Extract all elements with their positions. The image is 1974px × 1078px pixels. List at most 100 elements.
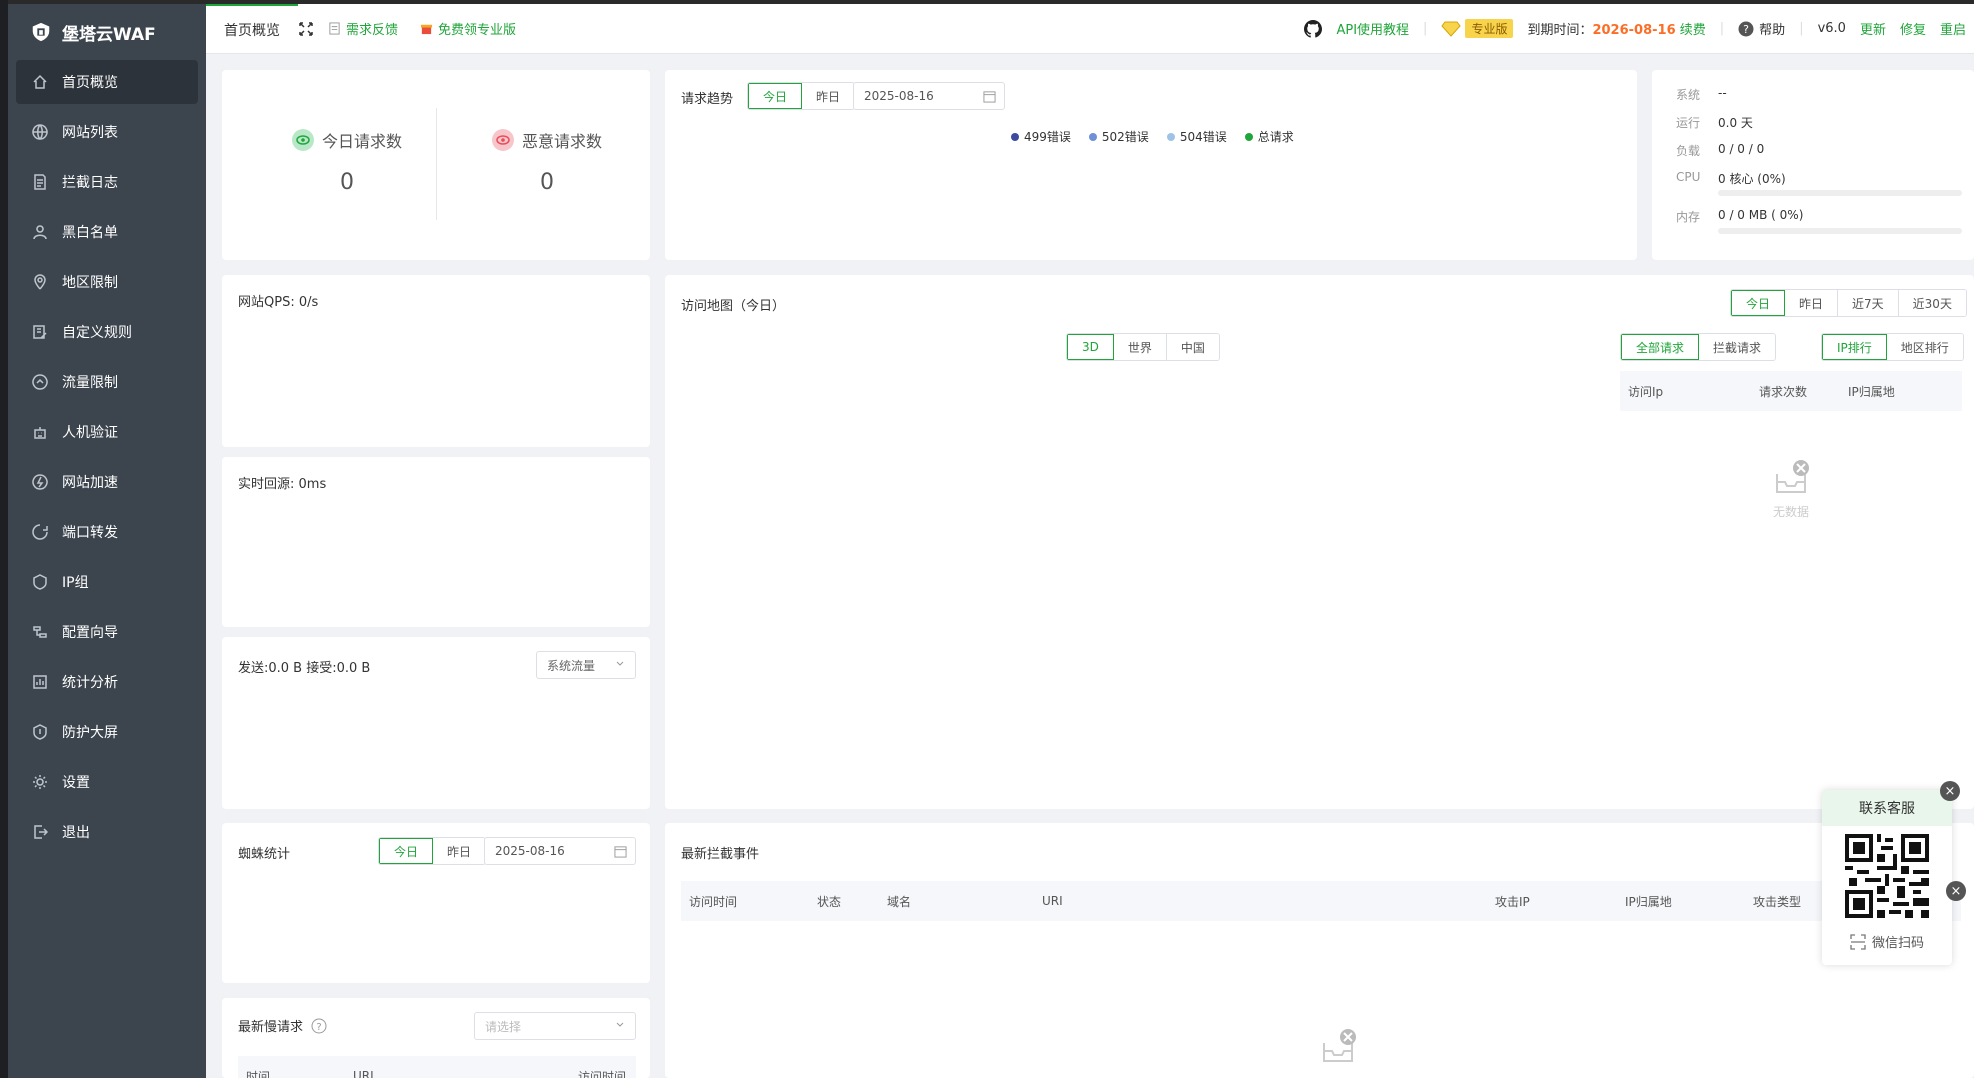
help-link[interactable]: ? 帮助 — [1738, 19, 1785, 38]
logout-icon — [34, 825, 48, 839]
background-window-strip — [0, 0, 8, 1078]
request-trend-card: 请求趋势 今日 昨日 2025-08-16 499错误 502错误 504错误 总请求 — [665, 70, 1637, 260]
malicious-requests-label: 恶意请求数 — [521, 132, 602, 151]
calendar-icon — [614, 845, 627, 858]
sidebar-item[interactable]: 拦截日志 — [16, 160, 198, 204]
traffic-type-select[interactable]: 系统流量 — [536, 651, 636, 679]
close-icon[interactable]: × — [1940, 781, 1960, 801]
legend-label: 总请求 — [1257, 130, 1294, 144]
legend-item[interactable]: 502错误 — [1088, 128, 1149, 145]
trend-title: 请求趋势 — [681, 92, 734, 107]
sidebar-item[interactable]: 首页概览 — [16, 60, 198, 104]
tab-region-rank[interactable]: 地区排行 — [1886, 334, 1963, 360]
repair-link[interactable]: 修复 — [1900, 19, 1926, 38]
help-label: 帮助 — [1759, 23, 1786, 38]
sidebar-item-label: 退出 — [62, 825, 90, 841]
trend-date-picker[interactable]: 2025-08-16 — [853, 82, 1005, 110]
divider: | — [1423, 21, 1428, 36]
sidebar-item[interactable]: 配置向导 — [16, 610, 198, 654]
sidebar-item-label: 自定义规则 — [62, 325, 132, 341]
realtime-origin-label: 实时回源: 0ms — [238, 477, 327, 492]
api-doc-link[interactable]: API使用教程 — [1336, 19, 1409, 38]
eye-icon — [291, 129, 314, 151]
feedback-link[interactable]: 需求反馈 — [328, 19, 398, 38]
tab-all-requests[interactable]: 全部请求 — [1621, 334, 1700, 360]
tab-today[interactable]: 今日 — [748, 83, 803, 109]
legend-dot — [1011, 132, 1019, 141]
col-ip: 访问Ip — [1628, 384, 1664, 399]
col-access-time: 访问时间 — [578, 1069, 627, 1078]
sidebar-item-label: 地区限制 — [62, 275, 118, 291]
stats-icon — [33, 675, 47, 689]
sidebar-item-label: 首页概览 — [62, 75, 118, 91]
empty-state: 无数据 — [1751, 458, 1831, 520]
sidebar-item[interactable]: 人机验证 — [16, 410, 198, 454]
tab-7days[interactable]: 近7天 — [1838, 290, 1899, 316]
tab-home[interactable]: 首页概览 — [206, 3, 298, 54]
tab-world[interactable]: 世界 — [1113, 334, 1167, 360]
spider-date-tabs: 今日 昨日 — [378, 837, 487, 865]
sidebar-item-label: 配置向导 — [62, 625, 118, 641]
sidebar-nav: 首页概览网站列表拦截日志黑白名单地区限制自定义规则流量限制人机验证网站加速端口转… — [8, 60, 206, 854]
cpu-progress-bar — [1718, 190, 1962, 196]
load-label: 负载 — [1676, 144, 1701, 158]
sidebar-item[interactable]: 网站列表 — [16, 110, 198, 154]
sidebar-item[interactable]: 流量限制 — [16, 360, 198, 404]
tab-today[interactable]: 今日 — [1731, 290, 1786, 316]
memory-progress-bar — [1718, 228, 1962, 234]
free-pro-link[interactable]: 免费领专业版 — [420, 19, 516, 38]
renew-link[interactable]: 续费 — [1680, 23, 1706, 38]
tab-3d[interactable]: 3D — [1067, 334, 1114, 360]
sidebar-item[interactable]: 统计分析 — [16, 660, 198, 704]
legend-item[interactable]: 499错误 — [1011, 128, 1071, 145]
tab-blocked-requests[interactable]: 拦截请求 — [1699, 334, 1776, 360]
customer-service-popup: 联系客服 微信扫码 — [1822, 790, 1952, 965]
tab-yesterday[interactable]: 昨日 — [1785, 290, 1839, 316]
expire-label: 到期时间： — [1527, 23, 1593, 38]
restart-link[interactable]: 重启 — [1940, 19, 1966, 38]
sidebar-item[interactable]: 黑白名单 — [16, 210, 198, 254]
sidebar-item[interactable]: 设置 — [16, 760, 198, 804]
uptime-label: 运行 — [1676, 116, 1701, 130]
slow-requests-select[interactable]: 请选择 — [474, 1012, 636, 1040]
close-icon[interactable]: × — [1946, 881, 1966, 901]
col-uri: URI — [353, 1069, 374, 1078]
legend-item[interactable]: 总请求 — [1244, 128, 1294, 145]
today-requests-label: 今日请求数 — [321, 132, 402, 151]
gear-icon — [33, 775, 47, 789]
sidebar-item[interactable]: 退出 — [16, 810, 198, 854]
today-requests-value: 0 — [340, 170, 354, 195]
tab-yesterday[interactable]: 昨日 — [802, 83, 855, 109]
question-icon[interactable]: ? — [311, 1018, 327, 1034]
sidebar-item-label: 防护大屏 — [62, 725, 118, 741]
sidebar-item[interactable]: 地区限制 — [16, 260, 198, 304]
slow-requests-card: 最新慢请求 ? 请选择 时间 URI 访问时间 — [222, 998, 650, 1078]
update-link[interactable]: 更新 — [1860, 19, 1886, 38]
sidebar-item[interactable]: 自定义规则 — [16, 310, 198, 354]
github-icon[interactable] — [1304, 19, 1323, 38]
edition-badge[interactable]: 专业版 — [1441, 19, 1514, 38]
tab-china[interactable]: 中国 — [1166, 334, 1219, 360]
cpu-label: CPU — [1676, 170, 1701, 184]
fullscreen-icon[interactable] — [298, 21, 314, 37]
sidebar-item[interactable]: 防护大屏 — [16, 710, 198, 754]
help-icon: ? — [1738, 21, 1754, 36]
brand-logo[interactable]: 堡塔云WAF — [8, 4, 206, 60]
sidebar-item[interactable]: IP组 — [16, 560, 198, 604]
sidebar-item[interactable]: 端口转发 — [16, 510, 198, 554]
tab-yesterday[interactable]: 昨日 — [433, 838, 486, 864]
tab-ip-rank[interactable]: IP排行 — [1822, 334, 1887, 360]
tab-today[interactable]: 今日 — [379, 838, 434, 864]
tab-30days[interactable]: 近30天 — [1898, 290, 1966, 316]
legend-item[interactable]: 504错误 — [1166, 128, 1227, 145]
version-label: v6.0 — [1817, 21, 1846, 36]
diamond-icon — [1441, 21, 1462, 37]
rank-type-tabs: IP排行 地区排行 — [1821, 333, 1964, 361]
sidebar-item-label: 黑白名单 — [62, 225, 118, 241]
edit-icon — [33, 325, 47, 339]
sidebar-item[interactable]: 网站加速 — [16, 460, 198, 504]
spider-date-picker[interactable]: 2025-08-16 — [484, 837, 636, 865]
col-status: 状态 — [817, 894, 842, 909]
ip-rank-table-header: 访问Ip 请求次数 IP归属地 — [1620, 371, 1962, 411]
feedback-icon — [329, 22, 340, 35]
